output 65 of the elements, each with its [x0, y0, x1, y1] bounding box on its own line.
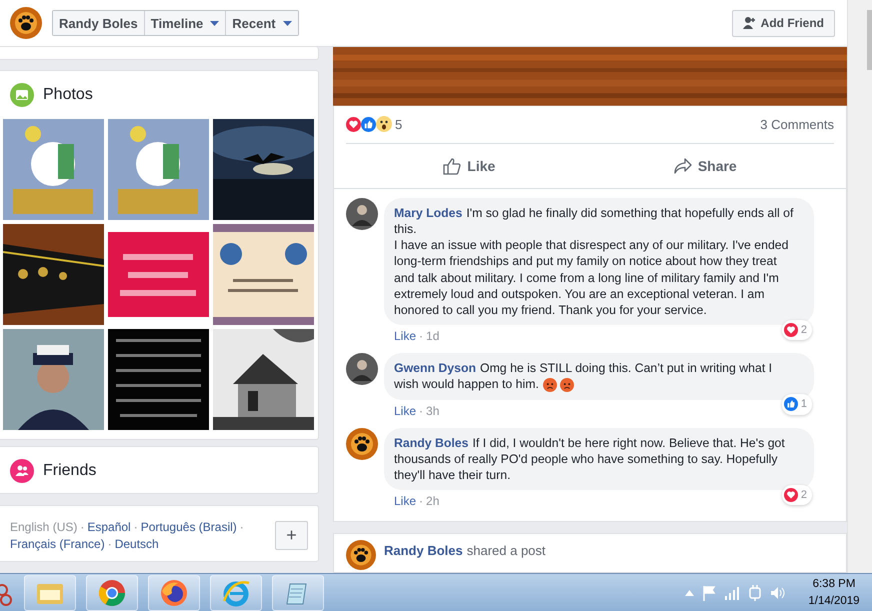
clock[interactable]: 6:38 PM 1/14/2019 [804, 576, 864, 610]
thumbs-up-icon [361, 116, 376, 132]
language-link[interactable]: Português (Brasil) [140, 520, 237, 534]
reaction-badge: 2 [782, 320, 812, 340]
browser-icon [160, 578, 188, 606]
angry-face-icon [542, 378, 557, 392]
avatar [346, 428, 378, 460]
nav-button[interactable]: Randy Boles [53, 11, 144, 35]
comment-time: 2h [426, 494, 440, 508]
chevron-up-icon[interactable] [685, 590, 694, 596]
language-link[interactable]: Deutsch [114, 537, 159, 551]
add-language-button[interactable]: + [275, 521, 308, 550]
language-link[interactable]: Español [87, 520, 131, 534]
flag-icon[interactable] [702, 584, 716, 600]
comment-time: 1d [426, 329, 440, 344]
like-button[interactable]: Like [437, 156, 502, 176]
separator-dot: · [108, 537, 112, 551]
thumbs-up-icon [784, 397, 798, 412]
add-person-icon [742, 17, 756, 29]
taskbar-button[interactable] [86, 574, 138, 610]
comments-count[interactable]: 3 Comments [760, 116, 834, 132]
like-link[interactable]: Like [394, 494, 416, 508]
author-link[interactable]: Randy Boles [394, 436, 468, 450]
separator-dot: · [419, 494, 424, 508]
separator-dot: · [419, 329, 424, 344]
like-link[interactable]: Like [394, 329, 416, 344]
language-link[interactable]: Français (France) [10, 537, 105, 551]
people-icon [10, 459, 34, 483]
comment-text: Randy Boles If I did, I wouldn't be here right now. Believe that. He's got thousands of really PO'd people who have something to say. Hopefully they'll have their turn. [394, 434, 786, 484]
avatar [346, 198, 378, 230]
share-arrow-icon [674, 158, 692, 174]
separator-dot: · [419, 404, 424, 418]
avatar [346, 540, 376, 570]
section-title: Photos [43, 86, 93, 104]
photo-icon [10, 83, 34, 107]
surprised-face-icon [376, 116, 392, 132]
nav-button[interactable]: Recent [225, 11, 298, 35]
power-plug-icon[interactable] [748, 584, 762, 600]
reaction-count: 5 [395, 116, 402, 132]
separator-dot: · [240, 520, 244, 534]
comment-time: 3h [426, 404, 440, 418]
taskbar-button[interactable] [148, 574, 200, 610]
angry-face-icon [560, 378, 574, 392]
add-friend-button[interactable]: Add Friend [732, 10, 835, 36]
reaction-badge: 1 [782, 394, 812, 415]
profile-avatar [10, 7, 42, 39]
separator-dot: · [134, 520, 138, 534]
signal-icon[interactable] [724, 586, 740, 600]
nav-button[interactable]: Timeline [144, 11, 226, 35]
section-title: Friends [43, 462, 96, 480]
post-header-text: Randy Boles shared a post [384, 543, 546, 558]
comment-text: Mary Lodes I'm so glad he finally did something that hopefully ends all of this. I have an issue with people that disrespect any of our military. I've ended long-term friendships and put my family on notice about how they treat and talk about military. I come from a long line of military family and I'm extremely loud and outspoken. You are an exceptional veteran. I am honored to call you my friend. Thank you for your service. [394, 204, 794, 318]
reaction-badge: 2 [782, 485, 812, 506]
share-button[interactable]: Share [668, 156, 743, 175]
author-link[interactable]: Gwenn Dyson [394, 361, 476, 376]
like-link[interactable]: Like [394, 404, 416, 418]
thumbs-up-icon [443, 156, 462, 175]
avatar [346, 353, 378, 386]
separator-dot: · [80, 520, 84, 534]
comment-text: Gwenn Dyson Omg he is STILL doing this. Can’t put in writing what I wish would happen to him. [394, 360, 774, 393]
taskbar-button[interactable] [272, 574, 324, 610]
speaker-icon[interactable] [770, 586, 786, 600]
author-link[interactable]: Mary Lodes [394, 206, 462, 220]
browser-icon [222, 578, 250, 606]
browser-icon [98, 578, 126, 606]
